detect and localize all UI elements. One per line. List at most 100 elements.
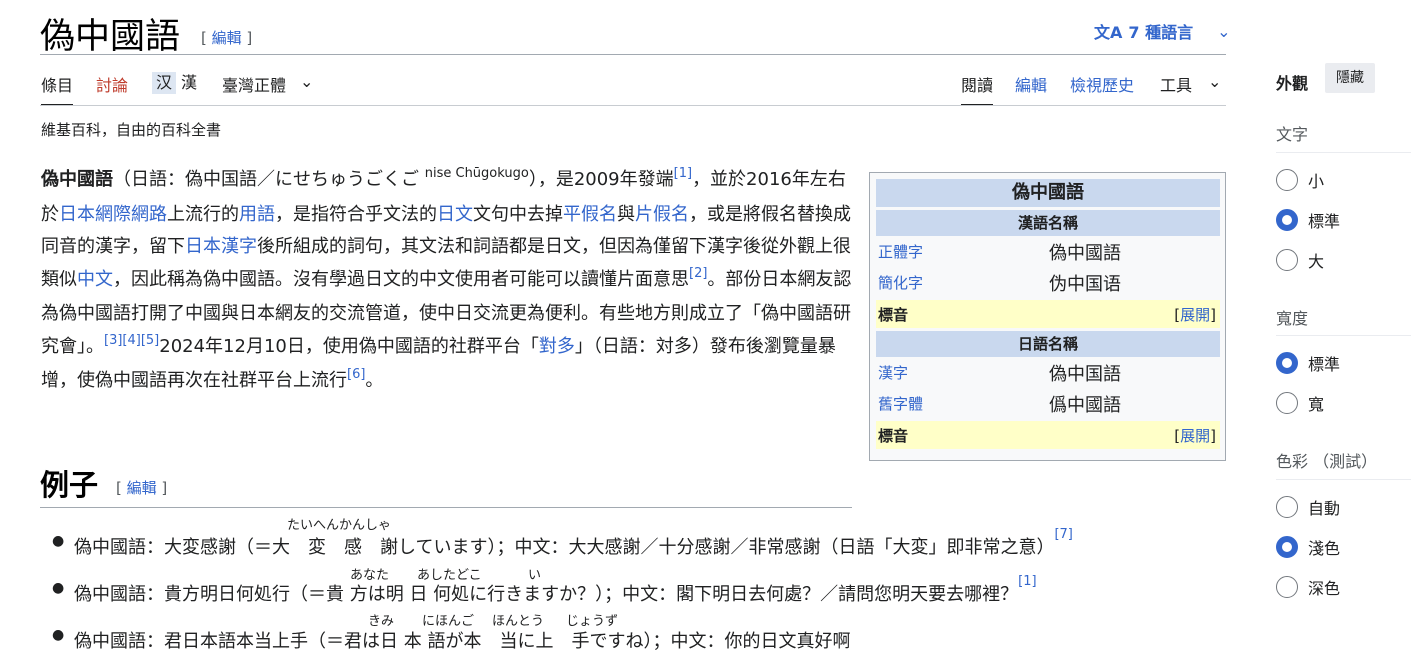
- radio-text-small[interactable]: 小: [1276, 168, 1324, 192]
- width-heading: 寬度: [1276, 309, 1309, 328]
- radio-color-auto[interactable]: 自動: [1276, 495, 1340, 519]
- radio-width-standard[interactable]: 標準: [1276, 351, 1340, 375]
- color-heading: 色彩 （測試）: [1276, 452, 1378, 471]
- chevron-down-icon: ⌄: [300, 72, 314, 91]
- infobox-key[interactable]: 簡化字: [876, 272, 1049, 293]
- ref-link[interactable]: [1]: [1018, 574, 1036, 589]
- language-count-label: 7 種語言: [1128, 23, 1194, 42]
- infobox-row: 舊字體 僞中國語: [876, 388, 1220, 419]
- tabs-divider: [40, 105, 1226, 106]
- link-internet[interactable]: 日本網際網路: [59, 204, 167, 225]
- section-heading: 例子: [40, 468, 99, 502]
- radio-selected-icon[interactable]: [1276, 209, 1298, 231]
- infobox-row: 正體字 偽中國語: [876, 236, 1220, 267]
- radio-label: 小: [1308, 172, 1325, 191]
- intro-text: （日語：偽中国語／にせちゅうごくご: [113, 169, 425, 190]
- radio-label: 深色: [1308, 579, 1341, 598]
- radio-color-dark[interactable]: 深色: [1276, 575, 1340, 599]
- radio-label: 標準: [1308, 212, 1341, 231]
- ref-link[interactable]: [1]: [674, 166, 692, 181]
- intro-text: ），是2009年發端: [528, 169, 674, 190]
- example-text: 偽中國語：貴方明日何処行（＝貴 方は明 日 何処に行きますか？）；中文：閣下明日…: [74, 584, 1019, 605]
- romaji: nise Chūgokugo: [424, 166, 529, 181]
- radio-icon[interactable]: [1276, 392, 1298, 414]
- ref-link[interactable]: [2]: [689, 266, 707, 281]
- edit-link-label[interactable]: 編輯: [212, 29, 242, 47]
- expand-label[interactable]: 展開: [1180, 427, 1210, 445]
- translate-icon: 文A: [1094, 23, 1123, 42]
- chevron-down-icon: ⌄: [1208, 72, 1222, 91]
- tab-talk[interactable]: 討論: [96, 72, 128, 106]
- title-edit-link[interactable]: [ 編輯 ]: [201, 27, 252, 48]
- link-duiduo[interactable]: 對多: [539, 336, 575, 357]
- chevron-down-icon: ⌄: [1217, 21, 1231, 41]
- infobox-key[interactable]: 漢字: [876, 362, 1049, 383]
- tab-read[interactable]: 閱讀: [961, 72, 994, 106]
- intro-text: ，是指符合乎文法的: [275, 203, 437, 225]
- ref-link[interactable]: [6]: [347, 367, 365, 382]
- example-text: 偽中國語：君日本語本当上手（＝君は日 本 語が本 当に上 手ですね）；中文：你的…: [74, 631, 851, 652]
- pron-label: 標音: [878, 426, 909, 445]
- link-chinese[interactable]: 中文: [77, 269, 113, 290]
- radio-icon[interactable]: [1276, 249, 1298, 271]
- radio-selected-icon[interactable]: [1276, 352, 1298, 374]
- text-size-heading: 文字: [1276, 125, 1309, 144]
- radio-label: 標準: [1308, 355, 1341, 374]
- ref-link[interactable]: [3][4][5]: [104, 333, 159, 348]
- expand-label[interactable]: 展開: [1180, 306, 1210, 324]
- infobox: 偽中國語 漢語名稱 正體字 偽中國語 簡化字 伪中国语 標音 [展開] 日語名稱 漢字…: [869, 172, 1226, 461]
- radio-color-light[interactable]: 淺色: [1276, 535, 1340, 559]
- link-kanji[interactable]: 日本漢字: [185, 236, 257, 257]
- bullet-icon: ●: [52, 580, 65, 596]
- divider: [1276, 479, 1411, 480]
- language-button[interactable]: 文A 7 種語言 ⌄: [1094, 19, 1231, 43]
- variant-current-label: 臺灣正體: [222, 76, 287, 95]
- radio-icon[interactable]: [1276, 169, 1298, 191]
- link-hiragana[interactable]: 平假名: [563, 204, 617, 225]
- radio-icon[interactable]: [1276, 496, 1298, 518]
- tab-article[interactable]: 條目: [41, 72, 74, 106]
- term-bold: 偽中國語: [41, 169, 113, 190]
- infobox-row: 簡化字 伪中国语: [876, 267, 1220, 298]
- section-edit-link[interactable]: [ 編輯 ]: [116, 477, 167, 498]
- link-term[interactable]: 用語: [239, 204, 275, 225]
- link-katakana[interactable]: 片假名: [635, 204, 689, 225]
- variant-traditional-button[interactable]: 漢: [181, 72, 197, 94]
- infobox-row: 漢字 偽中国語: [876, 357, 1220, 388]
- bullet-icon: ●: [52, 627, 65, 643]
- radio-text-standard[interactable]: 標準: [1276, 208, 1340, 232]
- radio-icon[interactable]: [1276, 576, 1298, 598]
- tools-menu[interactable]: 工具 ⌄: [1160, 72, 1221, 106]
- radio-text-large[interactable]: 大: [1276, 248, 1324, 272]
- variant-simplified-button[interactable]: 汉: [152, 72, 176, 94]
- hide-button[interactable]: 隱藏: [1325, 63, 1375, 93]
- intro-text: 上流行的: [167, 203, 239, 225]
- pron-label: 標音: [878, 305, 909, 324]
- link-japanese[interactable]: 日文: [437, 204, 473, 225]
- infobox-key[interactable]: 舊字體: [876, 393, 1049, 414]
- infobox-value: 伪中国语: [1049, 273, 1121, 295]
- example-text: 偽中國語：大変感謝（＝大 変 感 謝しています）；中文：大大感謝／十分感謝／非常…: [74, 537, 1055, 558]
- intro-text: 文句中去掉: [473, 203, 563, 225]
- radio-label: 自動: [1308, 499, 1341, 518]
- infobox-value: 偽中國語: [1049, 242, 1121, 264]
- intro-text: 與: [617, 203, 635, 225]
- expand-toggle[interactable]: [展開]: [1174, 304, 1216, 325]
- infobox-section-japanese: 日語名稱: [876, 331, 1220, 357]
- tab-history[interactable]: 檢視歷史: [1070, 72, 1134, 106]
- appearance-heading: 外觀: [1276, 74, 1309, 93]
- expand-toggle[interactable]: [展開]: [1174, 425, 1216, 446]
- title-divider: [40, 54, 1226, 55]
- radio-label: 大: [1308, 252, 1325, 271]
- ref-link[interactable]: [7]: [1054, 527, 1072, 542]
- radio-selected-icon[interactable]: [1276, 536, 1298, 558]
- infobox-key[interactable]: 正體字: [876, 241, 1049, 262]
- edit-link-label[interactable]: 編輯: [127, 479, 157, 497]
- infobox-title: 偽中國語: [876, 179, 1220, 207]
- variant-dropdown[interactable]: 臺灣正體 ⌄: [222, 72, 313, 96]
- divider: [1276, 152, 1411, 153]
- infobox-pronunciation-row: 標音 [展開]: [876, 421, 1220, 449]
- intro-text: ，因此稱為偽中國語。沒有學過日文的中文使用者可能可以讀懂片面意思: [113, 268, 689, 290]
- tab-edit[interactable]: 編輯: [1015, 72, 1047, 106]
- radio-width-wide[interactable]: 寬: [1276, 391, 1324, 415]
